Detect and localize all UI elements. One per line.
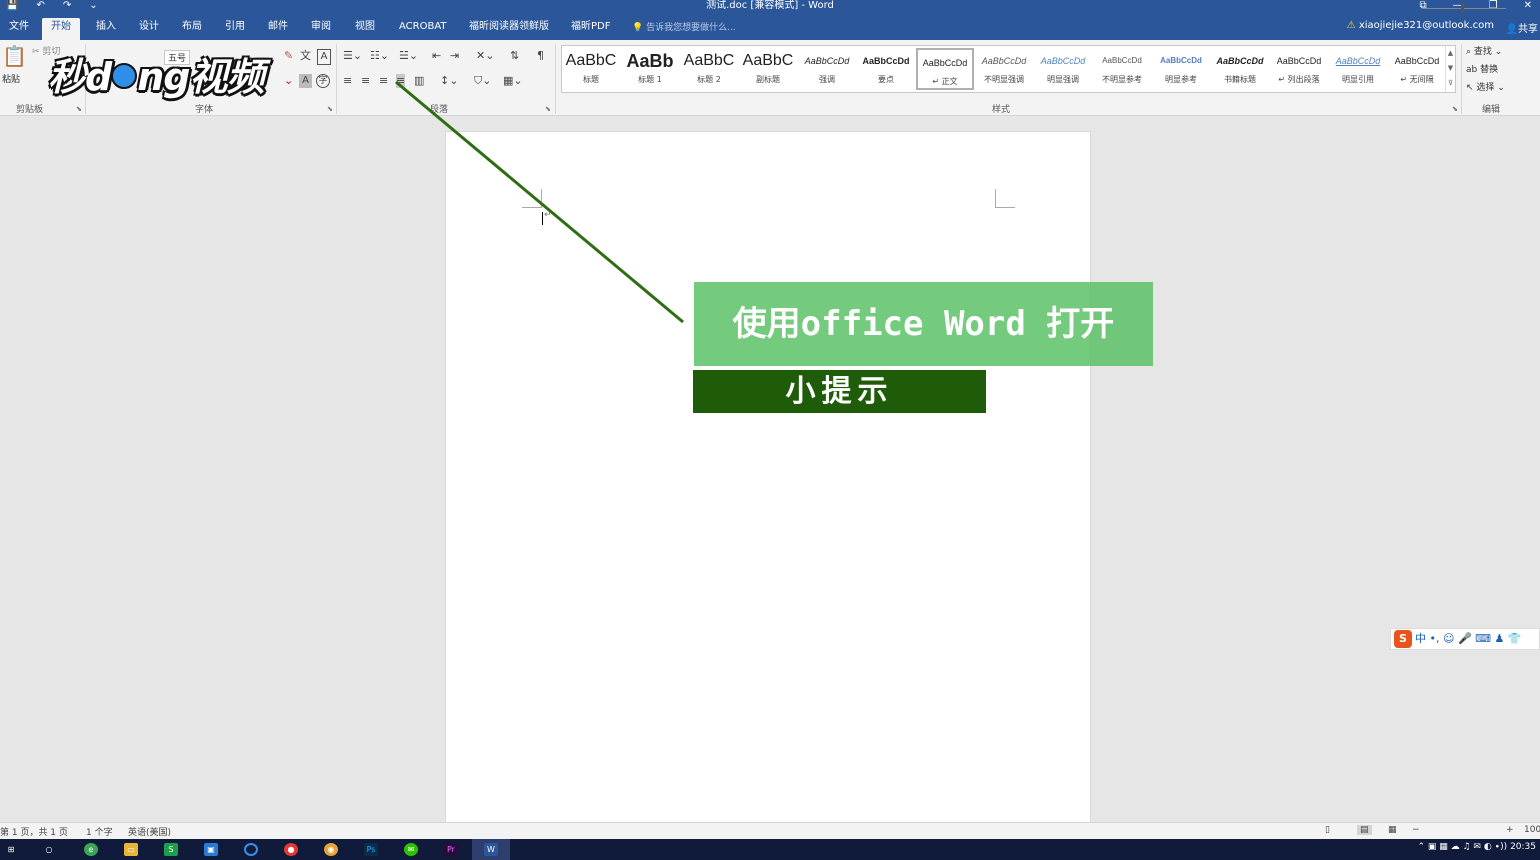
tip-caption: 使用office Word 打开: [694, 282, 1153, 366]
tray-icons: ⌃ ▣ ▦ ☁ ♫ ✉ ◐ ∙)): [1417, 842, 1511, 852]
search-icon[interactable]: ○: [42, 843, 56, 856]
wechat-icon[interactable]: ✉: [404, 843, 418, 856]
tip-title: 小提示: [693, 370, 986, 413]
photoshop-icon[interactable]: Ps: [364, 843, 378, 856]
print-layout-icon[interactable]: ▤: [1357, 825, 1372, 835]
ime-status: 中 •, ☺ 🎤 ⌨ ♟ 👕: [1415, 632, 1522, 645]
zoom-level[interactable]: 100: [1524, 825, 1540, 835]
file-explorer-icon[interactable]: ▭: [124, 843, 138, 856]
system-clock[interactable]: ⌃ ▣ ▦ ☁ ♫ ✉ ◐ ∙)) 20:35: [1418, 842, 1537, 852]
zoom-slider[interactable]: [1422, 8, 1506, 9]
taskbar: ⊞ ○ e ▭ S ▣ ● ◉ Ps ✉ Pr W ⌃ ▣ ▦ ☁ ♫ ✉ ◐ …: [0, 839, 1540, 860]
read-mode-icon[interactable]: ▯: [1325, 825, 1330, 835]
spreadsheet-app-icon[interactable]: S: [164, 843, 178, 856]
browser-icon[interactable]: [244, 843, 258, 856]
zoom-out-icon[interactable]: −: [1412, 825, 1420, 835]
status-bar: 第 1 页，共 1 页 1 个字 英语(美国) ▯ ▤ ▦ − + 100: [0, 822, 1540, 839]
tip-pointer-line: [395, 80, 684, 324]
sogou-logo-icon: S: [1394, 630, 1412, 648]
chrome-icon[interactable]: ◉: [324, 843, 338, 856]
page-count[interactable]: 第 1 页，共 1 页: [0, 825, 68, 838]
language-indicator[interactable]: 英语(美国): [128, 825, 171, 838]
ime-toolbar[interactable]: S中 •, ☺ 🎤 ⌨ ♟ 👕: [1390, 628, 1540, 650]
record-icon[interactable]: ●: [284, 843, 298, 856]
store-app-icon[interactable]: ▣: [204, 843, 218, 856]
clock-time: 20:35: [1510, 842, 1536, 852]
premiere-icon[interactable]: Pr: [444, 843, 458, 856]
word-taskbar-icon[interactable]: W: [484, 843, 498, 856]
zoom-slider-thumb[interactable]: [1461, 3, 1464, 13]
browser-360-icon[interactable]: e: [84, 843, 98, 856]
word-count[interactable]: 1 个字: [86, 825, 113, 838]
pointer-line: [395, 80, 684, 324]
web-layout-icon[interactable]: ▦: [1388, 825, 1397, 835]
windows-start-icon[interactable]: ⊞: [4, 843, 18, 856]
zoom-in-icon[interactable]: +: [1506, 825, 1514, 835]
